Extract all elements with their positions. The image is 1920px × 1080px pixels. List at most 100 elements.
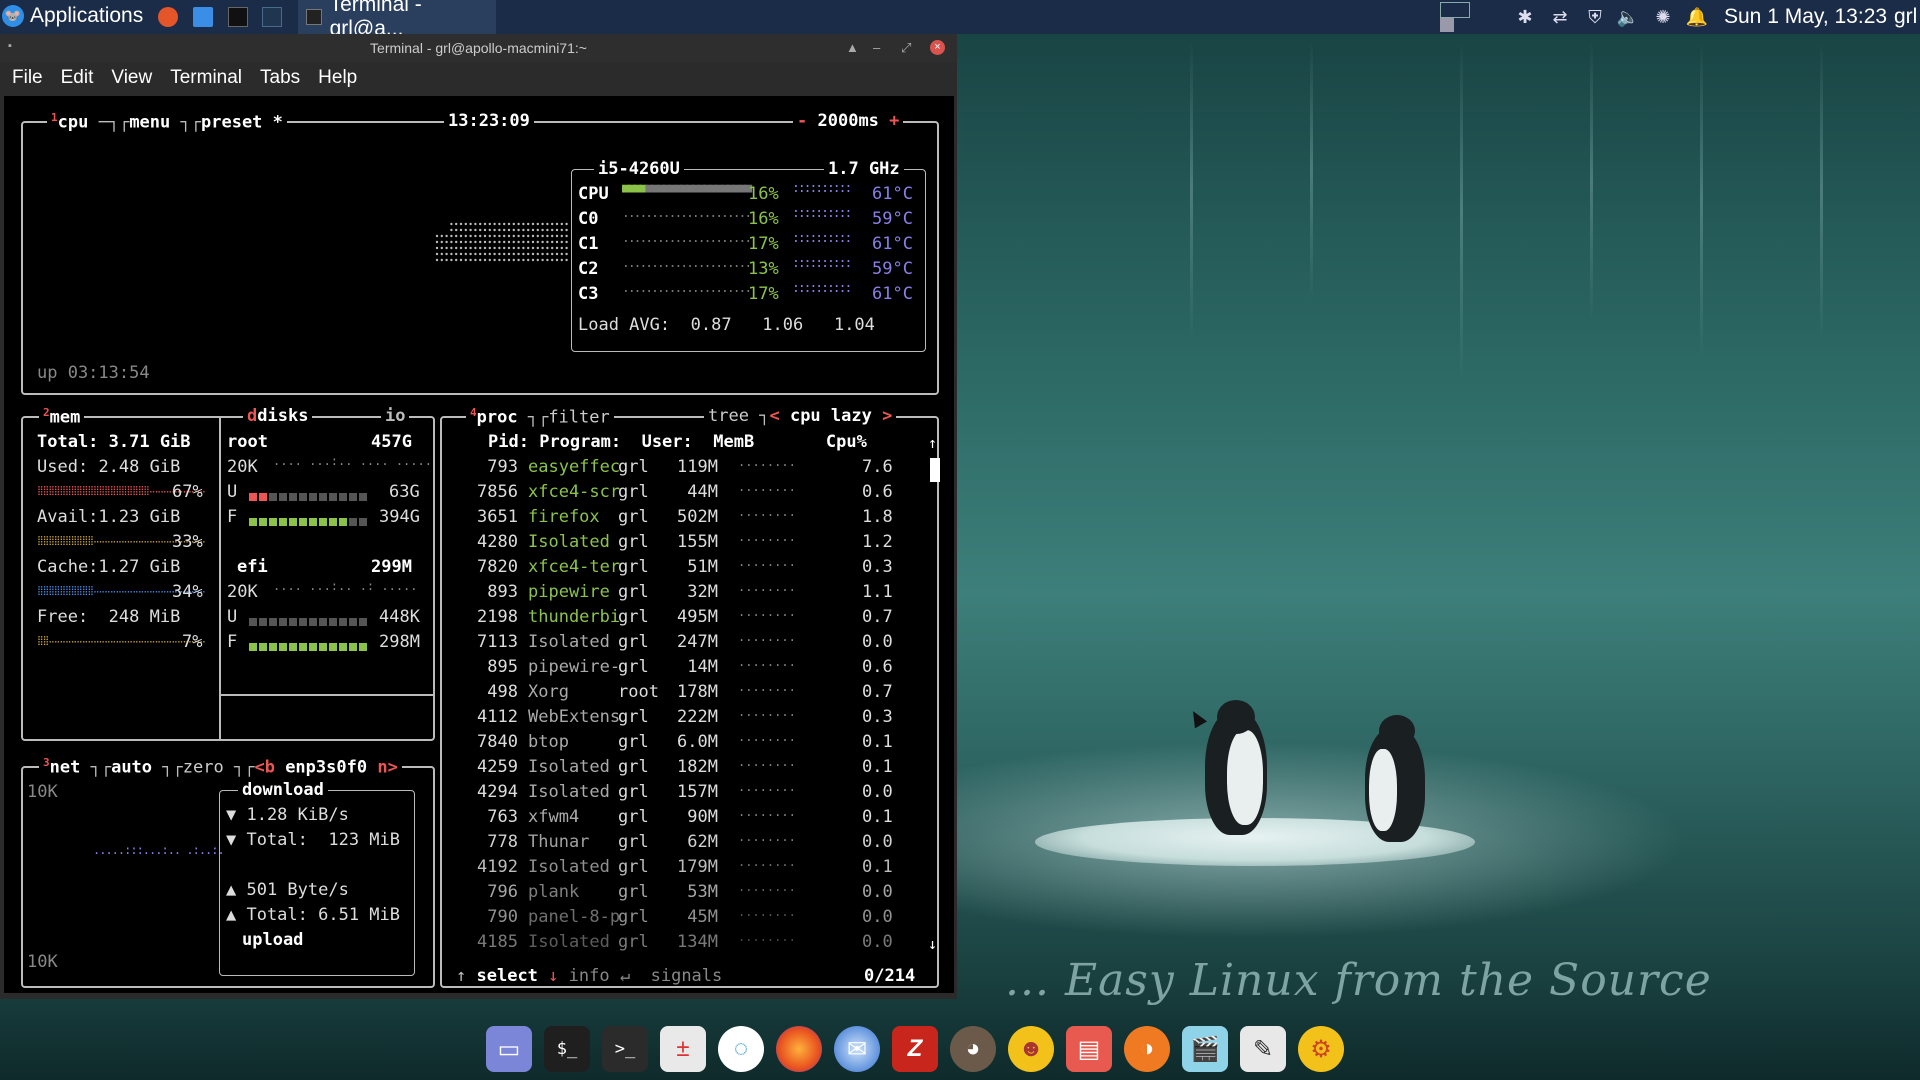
sort-prev[interactable]: < [769,406,779,426]
power-icon[interactable]: ✺ [1648,0,1678,34]
cpu-graph-dot [493,234,496,238]
net-stats-box: download ▼ 1.28 KiB/s ▼ Total: 123 MiB ▲… [219,780,415,976]
proc-cpu: 1.1 [862,582,893,602]
maximize-button[interactable]: ⤢ [901,40,911,56]
window-titlebar[interactable]: ▪ Terminal - grl@apollo-macmini71:~ ▲ – … [0,34,957,62]
close-button[interactable]: × [930,40,945,55]
menu-view[interactable]: View [111,67,152,89]
taskbar-terminal-button[interactable]: Terminal - grl@a... [298,0,496,40]
panel-clock[interactable]: Sun 1 May, 13:23 [1724,5,1887,29]
cpu-graph-dot [450,222,453,226]
col-mem[interactable]: MemB [713,432,754,452]
menu-help[interactable]: Help [318,67,357,89]
menu-terminal[interactable]: Terminal [170,67,242,89]
cpu-graph-dot [555,240,559,244]
cpu-graph-dot [507,240,511,244]
penguin-left [1205,700,1275,840]
image-viewer-icon[interactable]: ▤ [1066,1026,1112,1072]
proc-pid: 7113 [477,632,518,652]
proc-filter[interactable]: filter [548,408,609,428]
proc-scrollbar-thumb[interactable] [930,458,940,482]
cpu-graph-dot [474,252,477,256]
menu-edit[interactable]: Edit [61,67,94,89]
orange-app-icon[interactable]: ◑ [1124,1026,1170,1072]
cpu-graph-dot [512,258,515,262]
net-tab[interactable]: net [50,758,81,778]
net-auto-toggle[interactable]: auto [111,758,152,778]
footer-signals[interactable]: signals [651,966,723,986]
interval-control[interactable]: - 2000ms + [793,111,904,131]
terminal-dollar-icon[interactable]: $_ [544,1026,590,1072]
window-menu-icon[interactable]: ▪ [8,40,12,52]
calculator-icon[interactable]: ± [660,1026,706,1072]
cpu-temp-graph: :::::::::: [792,256,852,271]
panel-user[interactable]: grl [1894,5,1917,29]
cpu-graph-dot [503,234,506,238]
proc-cpu-graph: ........ [738,705,796,719]
net-next-iface[interactable]: n> [377,758,397,778]
col-pid[interactable]: Pid: [488,432,529,452]
footer-select[interactable]: select [477,966,538,986]
mascot-icon[interactable]: ☻ [1008,1026,1054,1072]
cpu-graph-dot [546,258,549,262]
text-editor-icon[interactable]: ✎ [1240,1026,1286,1072]
firefox-launcher-icon[interactable] [158,7,178,27]
gimp-icon[interactable]: ◕ [950,1026,996,1072]
scroll-down-icon[interactable]: ↓ [928,935,937,953]
applications-menu-button[interactable]: 🐭 Applications [2,4,143,28]
workspace-switcher[interactable] [1440,2,1470,32]
proc-program: Isolated [528,532,610,552]
sort-mode[interactable]: cpu lazy [790,406,872,426]
terminal-launcher-icon[interactable] [228,7,248,27]
volume-icon[interactable]: 🔈 [1613,0,1643,34]
cpu-graph-dot [488,240,491,244]
net-zero-toggle[interactable]: zero [183,758,224,778]
cpu-graph-dot [445,246,448,250]
cpu-tab[interactable]: cpu [58,113,89,133]
media-clapper-icon[interactable]: 🎬 [1182,1026,1228,1072]
monitor-launcher-icon[interactable] [262,7,282,27]
col-user[interactable]: User: [642,432,693,452]
thunderbird-icon[interactable]: ✉ [834,1026,880,1072]
sort-next[interactable]: > [882,406,892,426]
proc-tree-toggle[interactable]: tree [708,406,749,426]
mem-cache-meter: ⣿⣿⣿⣿⣿⣿⣿⣿⣿⣿⠤⠤⠤⠤⠤⠤⠤⠤⠤⠤⠤⠤⠤⠤⠤⠤⠤⠤⠤⠤ [37,586,206,596]
wallpaper-streak [1460,40,1463,380]
shield-icon[interactable]: ⛨ [1580,0,1610,34]
mem-box-header[interactable]: 2mem [39,406,85,428]
file-manager-launcher-icon[interactable] [193,7,213,27]
cpu-temp-graph: :::::::::: [792,181,852,196]
firefox-icon[interactable] [776,1026,822,1072]
menu-tabs[interactable]: Tabs [260,67,300,89]
notification-bell-icon[interactable]: 🔔 [1682,0,1712,34]
settings-gear-icon[interactable]: ⚙ [1298,1026,1344,1072]
bluetooth-icon[interactable]: ✱ [1510,0,1540,34]
preset-tab[interactable]: preset * [201,113,283,133]
filezilla-icon[interactable]: Z [892,1026,938,1072]
disks-box-header[interactable]: ddisks [243,406,313,426]
proc-program: firefox [528,507,600,527]
cpu-core-label: CPU [578,184,609,204]
menu-tab[interactable]: menu [129,113,170,133]
col-cpu[interactable]: Cpu% [826,432,867,452]
cpu-detail-box: i5-4260U 1.7 GHz CPU ■■■■■■■■■■■■■■■■■■■■… [571,159,926,352]
file-manager-icon[interactable]: ▭ [486,1026,532,1072]
footer-info[interactable]: info [569,966,610,986]
proc-tab[interactable]: proc [477,408,518,428]
terminal-prompt-icon[interactable]: >_ [602,1026,648,1072]
sync-icon[interactable]: ◌ [718,1026,764,1072]
wallpaper-streak [1190,40,1193,340]
shade-button[interactable]: ▲ [846,40,859,55]
proc-mem: 51M [687,557,718,577]
menu-file[interactable]: File [12,67,43,89]
col-program[interactable]: Program: [539,432,621,452]
upload-label: upload [238,930,308,950]
scroll-up-icon[interactable]: ↑ [928,434,937,452]
minimize-button[interactable]: – [873,40,880,55]
terminal-content[interactable]: 1cpu ─┐┌menu ┐┌preset * 13:23:09 - 2000m… [4,96,954,993]
io-toggle[interactable]: io [381,406,410,426]
network-icon[interactable]: ⇄ [1545,0,1575,34]
cpu-graph-dot [531,258,535,262]
disk-efi-free-label: F [227,632,238,652]
net-prev-iface[interactable]: <b [254,758,274,778]
